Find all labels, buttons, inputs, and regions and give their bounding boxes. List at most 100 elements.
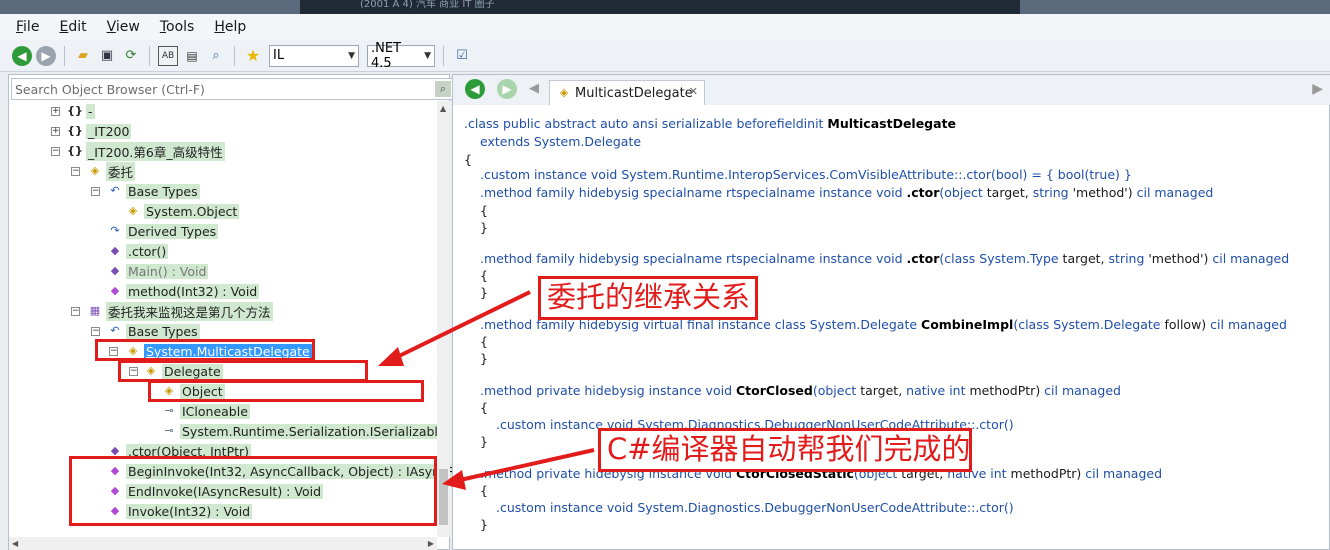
tree-node[interactable]: ⊸ System.Runtime.Serialization.ISerializ… xyxy=(161,421,448,441)
window-title-strip: (2001 A 4) 汽车 商业 IT 圈子 xyxy=(0,0,1330,14)
code-line: } xyxy=(480,517,488,532)
collapse-toggle[interactable]: − xyxy=(91,327,100,336)
collapse-toggle[interactable]: − xyxy=(71,167,80,176)
toolbar: ◀ ▶ ▰ ▣ ⟳ AB ▤ ⌕ ★ IL ▼ .NET 4.5 ▼ ☑ xyxy=(0,40,1330,72)
code-view-header: ◀ ▶ ◀ ◈ MulticastDelegate ✕ ▶ xyxy=(453,75,1330,105)
tree-node[interactable]: {} _IT200 xyxy=(67,121,132,141)
toolbar-separator xyxy=(149,45,150,66)
framework-select-value: .NET 4.5 xyxy=(371,40,402,71)
tree-node-label: Base Types xyxy=(126,183,200,199)
close-icon[interactable]: ✕ xyxy=(689,85,698,98)
collapse-toggle[interactable]: − xyxy=(51,147,60,156)
back-icon[interactable]: ◀ xyxy=(465,79,485,99)
delegate-class-icon: ▦ xyxy=(89,304,101,317)
namespace-icon: {} xyxy=(67,104,83,117)
method-icon: ◆ xyxy=(110,284,120,297)
class-icon: ◈ xyxy=(128,204,138,217)
ab-icon[interactable]: AB xyxy=(158,45,178,66)
annotation-box-multicastdelegate xyxy=(95,339,315,361)
expand-toggle[interactable]: + xyxy=(51,127,60,136)
tree-node[interactable]: ◈ System.Object xyxy=(125,201,240,221)
toolbar-separator xyxy=(443,45,444,66)
namespace-icon: {} xyxy=(67,144,83,157)
class-icon: ◈ xyxy=(559,86,569,99)
tree-horizontal-scrollbar[interactable]: ◀ ▶ xyxy=(9,537,437,550)
search-icon[interactable]: ⌕ xyxy=(435,81,451,97)
code-line: .method family hidebysig specialname rts… xyxy=(480,185,1214,200)
language-select[interactable]: IL ▼ xyxy=(269,44,359,67)
save-icon[interactable]: ▣ xyxy=(97,46,117,66)
menu-tools[interactable]: Tools xyxy=(160,19,195,35)
tree-node[interactable]: ↶ Base Types xyxy=(107,321,200,341)
terminal-icon[interactable]: ▤ xyxy=(182,46,202,66)
tree-node[interactable]: ◈ 委托 xyxy=(87,161,136,181)
code-line: { xyxy=(464,152,472,167)
code-line: .custom instance void System.Runtime.Int… xyxy=(480,167,1132,182)
tree-node-label: method(Int32) : Void xyxy=(126,283,260,299)
tab-multicastdelegate[interactable]: ◈ MulticastDelegate ✕ xyxy=(549,80,705,105)
tree-node-label: Base Types xyxy=(126,323,200,339)
expand-toggle[interactable]: + xyxy=(51,107,60,116)
code-line: .method family hidebysig specialname rts… xyxy=(480,251,1290,266)
scroll-right-icon[interactable]: ▶ xyxy=(428,539,434,548)
tree-node-label: - xyxy=(86,103,95,119)
tree-node-label: Derived Types xyxy=(126,223,219,239)
forward-icon[interactable]: ▶ xyxy=(497,79,517,99)
background-window-title: (2001 A 4) 汽车 商业 IT 圈子 xyxy=(360,0,495,10)
back-icon[interactable]: ◀ xyxy=(12,45,32,66)
interface-icon: ⊸ xyxy=(164,404,174,417)
menu-edit[interactable]: Edit xyxy=(59,19,86,35)
language-select-value: IL xyxy=(273,48,285,63)
code-line: } xyxy=(480,220,488,235)
annotation-compiler: C#编译器自动帮我们完成的 xyxy=(598,428,972,472)
tab-label: MulticastDelegate xyxy=(575,85,693,101)
code-line: { xyxy=(480,203,488,218)
search-input[interactable]: Search Object Browser (Ctrl-F) ⌕ xyxy=(11,78,455,100)
class-icon: ◈ xyxy=(90,164,100,177)
tree-node-label: System.Runtime.Serialization.ISerializab… xyxy=(180,423,448,439)
code-line: } xyxy=(480,434,488,449)
scroll-up-icon[interactable]: ▲ xyxy=(440,104,446,113)
forward-icon[interactable]: ▶ xyxy=(36,45,56,66)
tree-node[interactable]: {} - xyxy=(67,101,95,121)
open-folder-icon[interactable]: ▰ xyxy=(73,46,93,66)
menu-file[interactable]: File xyxy=(16,19,39,35)
tree-node[interactable]: ◆ Main() : Void xyxy=(107,261,209,281)
scroll-left-icon[interactable]: ◀ xyxy=(12,539,18,548)
toolbar-separator xyxy=(64,45,65,66)
checklist-icon[interactable]: ☑ xyxy=(452,46,472,66)
tree-node[interactable]: ◆ .ctor() xyxy=(107,241,169,261)
base-types-icon: ↶ xyxy=(110,184,120,197)
search-placeholder: Search Object Browser (Ctrl-F) xyxy=(15,81,205,97)
tree-node[interactable]: {} _IT200.第6章_高级特性 xyxy=(67,141,225,161)
menu-view[interactable]: View xyxy=(107,19,140,35)
menu-bar: File Edit View Tools Help xyxy=(0,14,1330,40)
tree-node[interactable]: ↷ Derived Types xyxy=(107,221,219,241)
refresh-icon[interactable]: ⟳ xyxy=(121,46,141,66)
tree-node[interactable]: ◆ method(Int32) : Void xyxy=(107,281,260,301)
tree-node[interactable]: ⊸ ICloneable xyxy=(161,401,250,421)
tab-scroll-right-icon[interactable]: ▶ xyxy=(1312,81,1323,97)
annotation-box-delegate xyxy=(118,360,368,382)
tree-node[interactable]: ↶ Base Types xyxy=(107,181,200,201)
code-line: { xyxy=(480,334,488,349)
tab-scroll-left-icon[interactable]: ◀ xyxy=(529,81,539,96)
scrollbar-thumb[interactable] xyxy=(439,469,448,525)
star-icon[interactable]: ★ xyxy=(243,46,263,66)
code-line: .class public abstract auto ansi seriali… xyxy=(464,116,957,131)
code-line: .method private hidebysig instance void … xyxy=(480,383,1121,398)
tree-node-label: .ctor() xyxy=(126,243,169,259)
annotation-box-compiler-methods xyxy=(69,456,437,526)
static-method-icon: ◆ xyxy=(110,264,120,277)
collapse-toggle[interactable]: − xyxy=(91,187,100,196)
chevron-down-icon: ▼ xyxy=(424,50,431,61)
tree-node-label: Main() : Void xyxy=(126,263,209,279)
framework-select[interactable]: .NET 4.5 ▼ xyxy=(367,41,435,71)
menu-help[interactable]: Help xyxy=(214,19,246,35)
tree-vertical-scrollbar[interactable]: ▲ xyxy=(437,101,450,537)
code-line: } xyxy=(480,285,488,300)
tree-node-label: _IT200.第6章_高级特性 xyxy=(86,141,225,161)
search-icon[interactable]: ⌕ xyxy=(206,46,226,66)
collapse-toggle[interactable]: − xyxy=(71,307,80,316)
tree-node[interactable]: ▦ 委托我来监视这是第几个方法 xyxy=(87,301,273,321)
